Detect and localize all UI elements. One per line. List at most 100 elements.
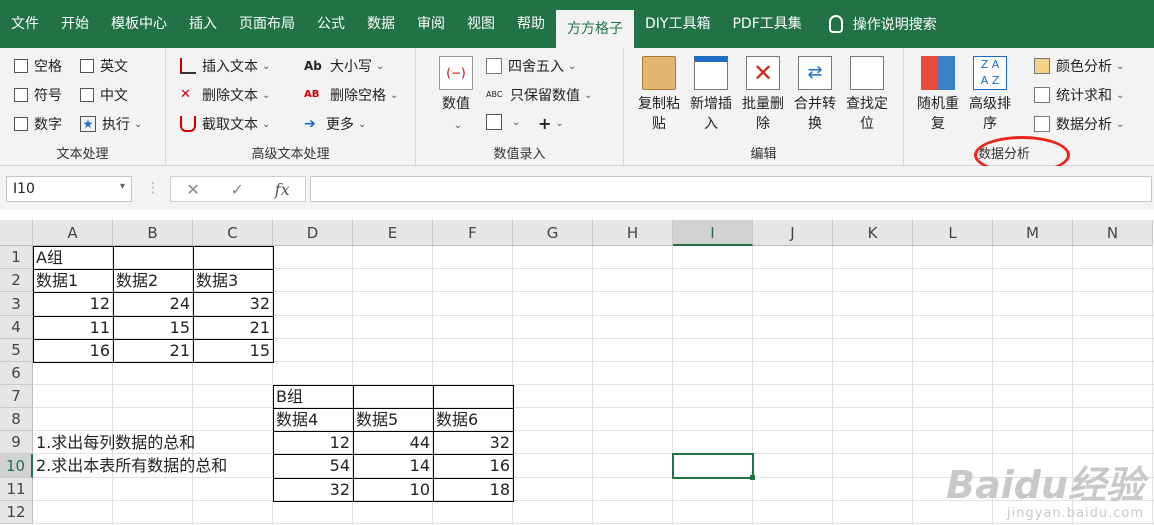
cell-f10[interactable]: 16 <box>433 454 513 478</box>
cell-a3[interactable]: 12 <box>33 292 113 316</box>
find-locate-button[interactable]: 查找定 位 <box>841 56 893 134</box>
column-header-a[interactable]: A <box>33 220 113 246</box>
cell-d10[interactable]: 54 <box>273 454 353 478</box>
edit-values-button[interactable]: ⌄ <box>486 114 520 130</box>
keep-values-button[interactable]: ABC 只保留数值 ⌄ <box>486 85 592 105</box>
cell-c5[interactable]: 15 <box>193 339 273 362</box>
column-header-e[interactable]: E <box>353 220 433 246</box>
extract-text-button[interactable]: 截取文本 ⌄ <box>180 114 270 134</box>
cell-d7[interactable]: B组 <box>273 385 306 408</box>
cell-e10[interactable]: 14 <box>353 454 433 478</box>
fill-handle[interactable] <box>750 475 755 480</box>
column-header-l[interactable]: L <box>913 220 993 246</box>
tab-view[interactable]: 视图 <box>456 0 506 48</box>
column-header-g[interactable]: G <box>513 220 593 246</box>
cell-a9[interactable]: 1.求出每列数据的总和 <box>33 431 198 454</box>
insert-text-button[interactable]: 插入文本 ⌄ <box>180 56 270 76</box>
delete-space-button[interactable]: AB 删除空格 ⌄ <box>304 85 398 105</box>
cancel-icon[interactable]: ✕ <box>186 180 199 199</box>
cell-d8[interactable]: 数据4 <box>273 408 321 431</box>
cell-c4[interactable]: 21 <box>193 316 273 339</box>
drag-handle-icon[interactable]: ⋮ <box>146 180 160 196</box>
merge-convert-button[interactable]: ⇄ 合并转 换 <box>789 56 841 134</box>
cell-a1[interactable]: A组 <box>33 246 66 269</box>
tab-template-center[interactable]: 模板中心 <box>100 0 178 48</box>
column-header-k[interactable]: K <box>833 220 913 246</box>
column-header-d[interactable]: D <box>273 220 353 246</box>
cell-e9[interactable]: 44 <box>353 431 433 454</box>
row-header-2[interactable]: 2 <box>0 269 33 292</box>
row-header-9[interactable]: 9 <box>0 431 33 454</box>
cell-a2[interactable]: 数据1 <box>33 269 81 292</box>
column-header-j[interactable]: J <box>753 220 833 246</box>
insert-function-icon[interactable]: fx <box>275 180 290 199</box>
cell-a10[interactable]: 2.求出本表所有数据的总和 <box>33 454 230 478</box>
enter-icon[interactable]: ✓ <box>231 180 244 199</box>
numeric-button[interactable]: (−) 数值 ⌄ <box>430 56 482 136</box>
more-button[interactable]: ➔ 更多 ⌄ <box>304 114 366 134</box>
round-button[interactable]: 四舍五入 ⌄ <box>486 56 576 76</box>
tab-fangfang-gezi[interactable]: 方方格子 <box>556 10 634 48</box>
tab-help[interactable]: 帮助 <box>506 0 556 48</box>
cell-b2[interactable]: 数据2 <box>113 269 161 292</box>
cell-b5[interactable]: 21 <box>113 339 193 362</box>
row-header-6[interactable]: 6 <box>0 362 33 385</box>
selected-cell-i10[interactable] <box>672 453 754 479</box>
execute-button[interactable]: ★ 执行 ⌄ <box>80 114 142 134</box>
cell-e11[interactable]: 10 <box>353 478 433 501</box>
column-header-f[interactable]: F <box>433 220 513 246</box>
tell-me-search[interactable]: 操作说明搜索 <box>813 0 937 48</box>
checkbox-symbol[interactable]: 符号 <box>14 85 62 105</box>
tab-review[interactable]: 审阅 <box>406 0 456 48</box>
row-header-7[interactable]: 7 <box>0 385 33 408</box>
row-header-12[interactable]: 12 <box>0 501 33 524</box>
cell-d11[interactable]: 32 <box>273 478 353 501</box>
row-header-10[interactable]: 10 <box>0 454 33 478</box>
checkbox-chinese[interactable]: 中文 <box>80 85 128 105</box>
data-analysis-button[interactable]: 数据分析 ⌄ <box>1034 114 1124 134</box>
row-header-8[interactable]: 8 <box>0 408 33 431</box>
batch-delete-button[interactable]: ✕ 批量删 除 <box>737 56 789 134</box>
row-header-5[interactable]: 5 <box>0 339 33 362</box>
select-all-corner[interactable] <box>0 220 33 246</box>
column-header-m[interactable]: M <box>993 220 1073 246</box>
column-header-b[interactable]: B <box>113 220 193 246</box>
row-header-3[interactable]: 3 <box>0 292 33 316</box>
tab-file[interactable]: 文件 <box>0 0 50 48</box>
row-header-11[interactable]: 11 <box>0 478 33 501</box>
stat-sum-button[interactable]: 统计求和 ⌄ <box>1034 85 1124 105</box>
tab-pdf-tools[interactable]: PDF工具集 <box>721 0 812 48</box>
tab-insert[interactable]: 插入 <box>178 0 228 48</box>
cell-f9[interactable]: 32 <box>433 431 513 454</box>
checkbox-space[interactable]: 空格 <box>14 56 62 76</box>
advanced-sort-button[interactable]: Z AA Z 高级排 序 <box>964 56 1016 134</box>
tab-home[interactable]: 开始 <box>50 0 100 48</box>
cell-a4[interactable]: 11 <box>33 316 113 339</box>
case-button[interactable]: Ab 大小写 ⌄ <box>304 56 384 76</box>
row-header-1[interactable]: 1 <box>0 246 33 269</box>
cell-e8[interactable]: 数据5 <box>353 408 401 431</box>
cell-f11[interactable]: 18 <box>433 478 513 501</box>
color-analysis-button[interactable]: 颜色分析 ⌄ <box>1034 56 1124 76</box>
column-header-n[interactable]: N <box>1073 220 1153 246</box>
copy-paste-button[interactable]: 复制粘 贴 <box>633 56 685 134</box>
formula-input[interactable] <box>310 176 1152 202</box>
cell-c2[interactable]: 数据3 <box>193 269 241 292</box>
insert-button[interactable]: 新增插 入 <box>685 56 737 134</box>
cell-f8[interactable]: 数据6 <box>433 408 481 431</box>
cell-d9[interactable]: 12 <box>273 431 353 454</box>
cell-b4[interactable]: 15 <box>113 316 193 339</box>
tab-formulas[interactable]: 公式 <box>306 0 356 48</box>
tab-data[interactable]: 数据 <box>356 0 406 48</box>
plus-button[interactable]: + ⌄ <box>538 114 564 133</box>
column-header-c[interactable]: C <box>193 220 273 246</box>
tab-page-layout[interactable]: 页面布局 <box>228 0 306 48</box>
cell-a5[interactable]: 16 <box>33 339 113 362</box>
tab-diy-toolbox[interactable]: DIY工具箱 <box>634 0 721 48</box>
cell-b3[interactable]: 24 <box>113 292 193 316</box>
column-header-i[interactable]: I <box>673 220 753 246</box>
column-header-h[interactable]: H <box>593 220 673 246</box>
checkbox-english[interactable]: 英文 <box>80 56 128 76</box>
name-box[interactable]: I10 ▾ <box>6 176 132 202</box>
row-header-4[interactable]: 4 <box>0 316 33 339</box>
